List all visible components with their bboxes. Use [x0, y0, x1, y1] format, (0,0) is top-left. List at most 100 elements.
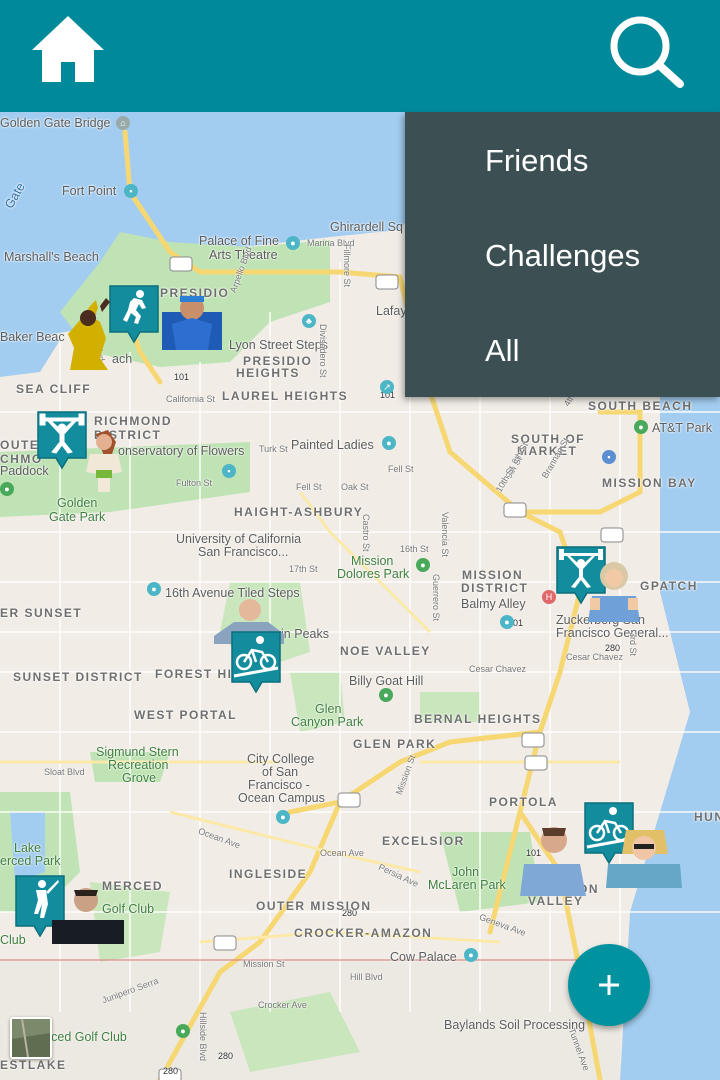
- road-label: 17th St: [289, 564, 318, 574]
- map-label: Golden Gate Bridge: [0, 116, 111, 130]
- road-label: Hill Blvd: [350, 972, 383, 982]
- map-label: NOE VALLEY: [340, 644, 431, 658]
- road-label: Castro St: [361, 514, 371, 552]
- map-label: OUTER MISSION: [256, 899, 372, 913]
- road-label: Fulton St: [176, 478, 213, 488]
- add-button[interactable]: [568, 944, 650, 1026]
- menu-item-friends[interactable]: Friends: [485, 141, 705, 181]
- museum-icon: ▪: [222, 464, 236, 478]
- friend-avatar[interactable]: [52, 880, 124, 944]
- map-label: Billy Goat Hill: [349, 674, 424, 688]
- map-label: FOREST HI: [155, 667, 233, 681]
- map-label: SUNSET DISTRICT: [13, 670, 143, 684]
- map-label: erced Golf Club: [40, 1030, 127, 1044]
- map-label: Sigmund Stern: [96, 745, 179, 759]
- map-label: ER SUNSET: [0, 606, 83, 620]
- map-label: Lyon Street Steps: [229, 338, 328, 352]
- map-label: SEA CLIFF: [16, 382, 92, 396]
- park-pin-icon: ●: [0, 482, 14, 496]
- map-label: WEST PORTAL: [134, 708, 237, 722]
- park-pin-icon: ●: [416, 558, 430, 572]
- activity-marker-cycling[interactable]: [230, 630, 282, 694]
- route-shield: 280: [163, 1066, 179, 1076]
- menu-item-all[interactable]: All: [485, 331, 705, 371]
- map-label: Lafay: [376, 304, 407, 318]
- road-label: Guerrero St: [431, 574, 441, 622]
- landmark-icon: ●: [382, 436, 396, 450]
- map-label: BERNAL HEIGHTS: [414, 712, 542, 726]
- home-button[interactable]: [28, 12, 108, 88]
- friend-avatar[interactable]: [60, 298, 116, 374]
- stadium-icon: ●: [634, 420, 648, 434]
- map-label: GPATCH: [640, 579, 698, 593]
- map-label: Recreation: [108, 758, 169, 772]
- map-label: Canyon Park: [291, 715, 364, 729]
- park-pin-icon: ●: [379, 688, 393, 702]
- route-shield: 101: [174, 372, 190, 382]
- map-label: PORTOLA: [489, 795, 558, 809]
- landmark-icon: ●: [147, 582, 161, 596]
- map-label: Francisco General...: [556, 626, 669, 640]
- map-label: Gate Park: [49, 510, 106, 524]
- map-label: GLEN PARK: [353, 737, 437, 751]
- friend-avatar[interactable]: [520, 818, 586, 896]
- golf-course-icon: ●: [176, 1024, 190, 1038]
- map-label: Ghirardell Sq: [330, 220, 403, 234]
- road-label: Valencia St: [440, 512, 450, 557]
- road-label: Hillside Blvd: [198, 1012, 208, 1062]
- home-icon: [32, 16, 104, 82]
- transit-icon: ▪: [602, 450, 616, 464]
- map-label: HUN: [694, 810, 720, 824]
- map-label: Francisco -: [248, 778, 310, 792]
- map-label: Cow Palace: [390, 950, 457, 964]
- landmark-icon: ⌂: [116, 116, 130, 130]
- map-label: Mission: [351, 554, 394, 568]
- satellite-layer-toggle[interactable]: [10, 1017, 52, 1059]
- map-label: City College: [247, 752, 315, 766]
- map-label: OUTE: [0, 438, 40, 452]
- map-label: CROCKER-AMAZON: [294, 926, 433, 940]
- map-label: DISTRICT: [461, 581, 529, 595]
- map-label: VALLEY: [528, 894, 584, 908]
- road-label: Turk St: [259, 444, 288, 454]
- theater-icon: ●: [286, 236, 300, 250]
- road-label: Fillmore St: [342, 244, 352, 288]
- map-label: San Francisco...: [198, 545, 289, 559]
- map-label: Palace of Fine: [199, 234, 279, 248]
- road-label: Cesar Chavez: [469, 664, 527, 674]
- road-label: Fell St: [388, 464, 414, 474]
- road-label: 3rd St: [628, 632, 638, 657]
- filter-menu: Friends Challenges All: [405, 112, 720, 397]
- transit-icon: ↗: [380, 380, 394, 394]
- road-label: California St: [166, 394, 216, 404]
- map-label: Baker Beac: [0, 330, 65, 344]
- app-bar: [0, 0, 720, 112]
- road-label: Divisadero St: [318, 324, 328, 378]
- plus-icon: [599, 975, 619, 995]
- map-label: erced Park: [0, 854, 61, 868]
- search-button[interactable]: [606, 10, 688, 92]
- friend-avatar[interactable]: [588, 556, 640, 622]
- map-label: EXCELSIOR: [382, 834, 465, 848]
- stadium-icon: ●: [464, 948, 478, 962]
- road-label: Sloat Blvd: [44, 767, 85, 777]
- museum-icon: ▪: [124, 184, 138, 198]
- map-label: AT&T Park: [652, 421, 712, 435]
- friend-avatar[interactable]: [606, 824, 682, 888]
- hospital-icon: H: [542, 590, 556, 604]
- road-label: Crocker Ave: [258, 1000, 307, 1010]
- friend-avatar[interactable]: [76, 424, 132, 494]
- friend-avatar[interactable]: [162, 288, 222, 350]
- map-label: MISSION BAY: [602, 476, 697, 490]
- map-label: Fort Point: [62, 184, 117, 198]
- map-label: McLaren Park: [428, 878, 506, 892]
- map-label: MISSION: [462, 568, 524, 582]
- road-label: Fell St: [296, 482, 322, 492]
- map-label: Ocean Campus: [238, 791, 325, 805]
- landmark-icon: ●: [500, 615, 514, 629]
- map-label: SOUTH BEACH: [588, 399, 693, 413]
- map-label: John: [452, 865, 480, 879]
- map-label: of San: [262, 765, 299, 779]
- road-label: Oak St: [341, 482, 369, 492]
- menu-item-challenges[interactable]: Challenges: [485, 236, 705, 276]
